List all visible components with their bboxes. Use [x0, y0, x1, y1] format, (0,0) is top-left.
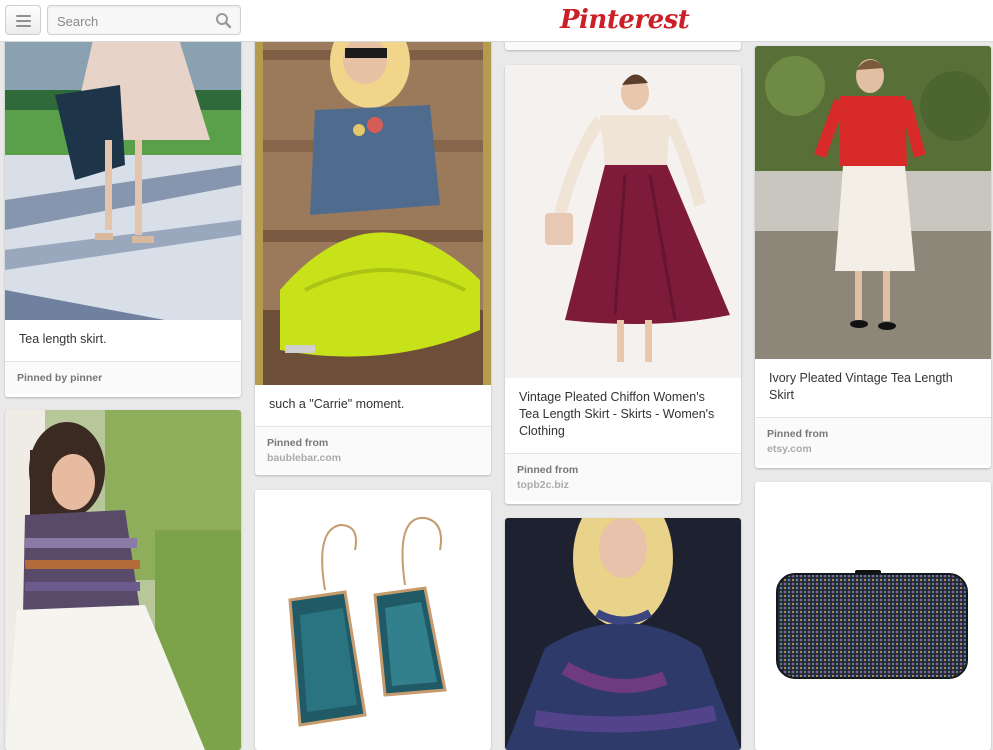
search-icon[interactable]	[215, 12, 232, 29]
pin-image-neon-skirt[interactable]	[255, 0, 491, 385]
pin-card[interactable]	[505, 518, 741, 750]
menu-icon-line	[16, 20, 31, 22]
pin-image-burgundy-skirt[interactable]	[505, 65, 741, 378]
pin-card[interactable]: Vintage Pleated Chiffon Women's Tea Leng…	[505, 65, 741, 504]
pin-description: Ivory Pleated Vintage Tea Length Skirt	[769, 371, 953, 402]
pin-image-beaded-clutch[interactable]	[755, 482, 991, 750]
pin-card[interactable]	[5, 410, 241, 750]
pin-source-link[interactable]: etsy.com	[767, 442, 979, 457]
pin-image-knit-sweater[interactable]	[505, 518, 741, 750]
pin-card[interactable]	[255, 490, 491, 750]
pinterest-logo[interactable]: Pinterest	[560, 2, 690, 38]
pin-image-earrings[interactable]	[255, 490, 491, 750]
pin-source-link[interactable]: topb2c.biz	[517, 478, 729, 493]
pin-card[interactable]: Ivory Pleated Vintage Tea Length Skirt P…	[755, 46, 991, 468]
pinned-from-label: Pinned from	[767, 428, 829, 440]
pin-description: Vintage Pleated Chiffon Women's Tea Leng…	[519, 390, 715, 438]
pin-attribution: Pinned by pinner	[5, 361, 241, 394]
pin-image-lace-skirt[interactable]	[5, 0, 241, 320]
pin-card[interactable]	[755, 482, 991, 750]
pin-attribution: Pinned from baublebar.com	[255, 426, 491, 474]
top-bar: Pinterest	[0, 0, 993, 42]
pin-description: Tea length skirt.	[19, 332, 107, 346]
pin-image-striped-sweater[interactable]	[5, 410, 241, 750]
menu-button[interactable]	[5, 5, 41, 35]
pin-description: such a "Carrie" moment.	[269, 397, 405, 411]
pin-card[interactable]: such a "Carrie" moment. Pinned from baub…	[255, 0, 491, 475]
pinned-by-label[interactable]: Pinned by pinner	[17, 371, 229, 386]
search-box[interactable]	[47, 5, 241, 35]
pinned-from-label: Pinned from	[517, 464, 579, 476]
pin-attribution: Pinned from etsy.com	[755, 417, 991, 465]
menu-icon-line	[16, 25, 31, 27]
menu-icon	[16, 15, 31, 17]
search-input[interactable]	[57, 12, 207, 30]
pin-source-link[interactable]: baublebar.com	[267, 451, 479, 466]
pinned-from-label: Pinned from	[267, 437, 329, 449]
pin-attribution: Pinned from topb2c.biz	[505, 453, 741, 501]
pin-image-ivory-skirt[interactable]	[755, 46, 991, 359]
pin-card[interactable]: Tea length skirt. Pinned by pinner	[5, 0, 241, 397]
